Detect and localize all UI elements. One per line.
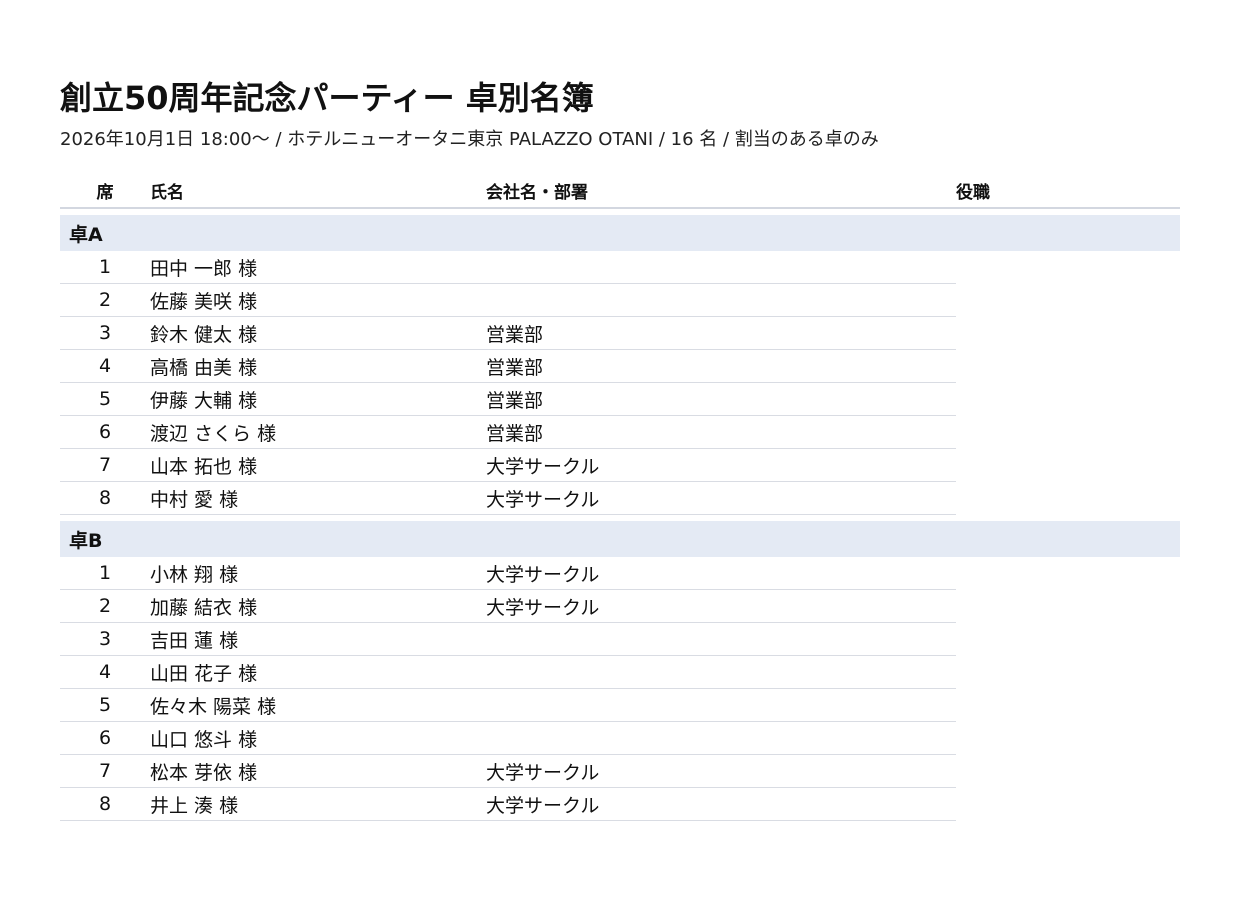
column-header-title: 役職 [956,174,1180,209]
guest-name-cell: 吉田 蓮 様 [150,622,486,656]
group-spacer [60,208,1180,215]
guest-name-cell: 小林 翔 様 [150,557,486,590]
page-title: 創立50周年記念パーティー 卓別名簿 [60,79,594,117]
seat-cell: 1 [60,557,150,590]
company-cell: 大学サークル [486,481,956,515]
table-row: 6 山口 悠斗 様 [60,721,1180,755]
company-cell [486,655,956,689]
company-cell: 営業部 [486,316,956,350]
table-row: 6 渡辺 さくら 様営業部 [60,415,1180,449]
table-row: 2 加藤 結衣 様大学サークル [60,589,1180,623]
guest-name-cell: 佐々木 陽菜 様 [150,688,486,722]
company-cell [486,283,956,317]
company-cell [486,721,956,755]
seat-cell: 1 [60,251,150,284]
column-header-seat: 席 [60,174,150,209]
guest-name-cell: 井上 湊 様 [150,787,486,821]
table-row: 5 佐々木 陽菜 様 [60,688,1180,722]
table-row: 8 中村 愛 様大学サークル [60,481,1180,515]
table-row: 3 鈴木 健太 様営業部 [60,316,1180,350]
company-cell: 営業部 [486,382,956,416]
guest-name-cell: 松本 芽依 様 [150,754,486,788]
guest-name-cell: 佐藤 美咲 様 [150,283,486,317]
table-group-row: 卓A [60,215,1180,251]
seat-cell: 3 [60,316,150,350]
table-group-label: 卓B [60,521,1180,557]
guest-name-cell: 山口 悠斗 様 [150,721,486,755]
company-cell [486,688,956,722]
table-group-label: 卓A [60,215,1180,251]
table-row: 1 田中 一郎 様 [60,251,1180,284]
company-cell: 大学サークル [486,589,956,623]
guest-name-cell: 山本 拓也 様 [150,448,486,482]
seat-cell: 5 [60,382,150,416]
company-cell: 大学サークル [486,787,956,821]
column-header-company: 会社名・部署 [486,174,956,209]
seat-cell: 5 [60,688,150,722]
table-row: 1 小林 翔 様大学サークル [60,557,1180,590]
header-row: 席 氏名 会社名・部署 役職 [60,174,1180,209]
table-row: 3 吉田 蓮 様 [60,622,1180,656]
roster-table-body: 卓A 1 田中 一郎 様 2 佐藤 美咲 様 3 鈴木 健太 様営業部 4 高橋 由美 様営業部… [60,208,1180,821]
seat-cell: 4 [60,655,150,689]
company-cell: 営業部 [486,349,956,383]
seat-cell: 2 [60,283,150,317]
guest-name-cell: 渡辺 さくら 様 [150,415,486,449]
seat-cell: 6 [60,721,150,755]
column-header-name: 氏名 [150,174,486,209]
company-cell: 大学サークル [486,754,956,788]
company-cell: 大学サークル [486,448,956,482]
guest-name-cell: 中村 愛 様 [150,481,486,515]
company-cell: 大学サークル [486,557,956,590]
seat-cell: 2 [60,589,150,623]
table-row: 5 伊藤 大輔 様営業部 [60,382,1180,416]
seat-cell: 4 [60,349,150,383]
seat-cell: 8 [60,787,150,821]
company-cell: 営業部 [486,415,956,449]
table-row: 2 佐藤 美咲 様 [60,283,1180,317]
table-row: 4 山田 花子 様 [60,655,1180,689]
seat-cell: 6 [60,415,150,449]
seat-cell: 8 [60,481,150,515]
company-cell [486,251,956,284]
guest-name-cell: 鈴木 健太 様 [150,316,486,350]
guest-name-cell: 高橋 由美 様 [150,349,486,383]
table-group-row: 卓B [60,521,1180,557]
seat-cell: 3 [60,622,150,656]
roster-table-header: 席 氏名 会社名・部署 役職 [60,174,1180,209]
roster-table: 席 氏名 会社名・部署 役職 卓A 1 田中 一郎 様 2 佐藤 美咲 様 3 鈴木 健太 … [60,174,1180,821]
group-spacer-cell [60,208,1180,215]
page-subtitle: 2026年10月1日 18:00〜 / ホテルニューオータニ東京 PALAZZO… [60,129,879,150]
guest-name-cell: 加藤 結衣 様 [150,589,486,623]
guest-name-cell: 山田 花子 様 [150,655,486,689]
seating-roster-page: 創立50周年記念パーティー 卓別名簿 2026年10月1日 18:00〜 / ホ… [0,0,1240,900]
guest-name-cell: 田中 一郎 様 [150,251,486,284]
table-row: 8 井上 湊 様大学サークル [60,787,1180,821]
company-cell [486,622,956,656]
seat-cell: 7 [60,448,150,482]
guest-name-cell: 伊藤 大輔 様 [150,382,486,416]
table-row: 7 山本 拓也 様大学サークル [60,448,1180,482]
table-row: 4 高橋 由美 様営業部 [60,349,1180,383]
seat-cell: 7 [60,754,150,788]
table-row: 7 松本 芽依 様大学サークル [60,754,1180,788]
